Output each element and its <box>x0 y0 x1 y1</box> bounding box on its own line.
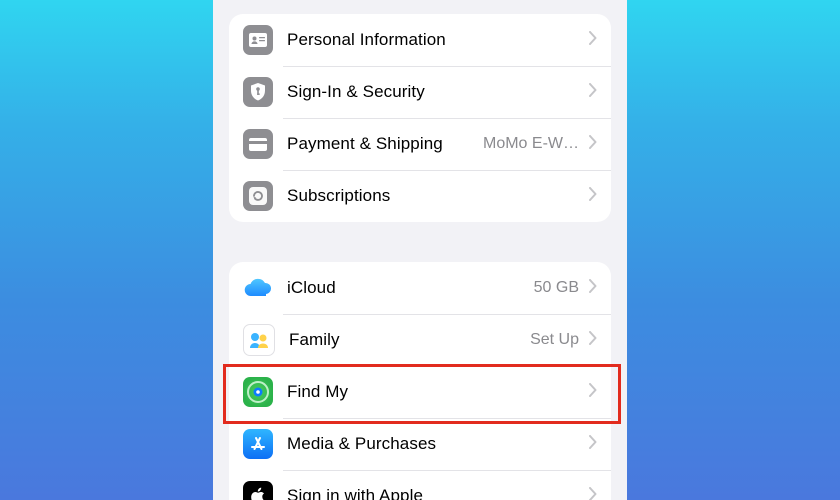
chevron-right-icon <box>589 383 597 402</box>
account-group: Personal Information Sign-In & Security … <box>229 14 611 222</box>
chevron-right-icon <box>589 435 597 454</box>
row-sign-in-with-apple[interactable]: Sign in with Apple <box>229 470 611 500</box>
credit-card-icon <box>243 129 273 159</box>
chevron-right-icon <box>589 487 597 500</box>
subscriptions-icon <box>243 181 273 211</box>
chevron-right-icon <box>589 31 597 50</box>
services-group: iCloud 50 GB Family Set Up Find My <box>229 262 611 500</box>
row-label: Sign-In & Security <box>287 82 579 102</box>
row-detail: 50 GB <box>534 279 579 297</box>
chevron-right-icon <box>589 331 597 350</box>
chevron-right-icon <box>589 187 597 206</box>
row-label: iCloud <box>287 278 526 298</box>
row-icloud[interactable]: iCloud 50 GB <box>229 262 611 314</box>
row-signin-security[interactable]: Sign-In & Security <box>229 66 611 118</box>
row-label: Payment & Shipping <box>287 134 475 154</box>
chevron-right-icon <box>589 279 597 298</box>
row-subscriptions[interactable]: Subscriptions <box>229 170 611 222</box>
row-label: Media & Purchases <box>287 434 579 454</box>
id-card-icon <box>243 25 273 55</box>
row-label: Family <box>289 330 522 350</box>
icloud-icon <box>243 273 273 303</box>
apple-logo-icon <box>243 481 273 500</box>
row-label: Find My <box>287 382 579 402</box>
settings-apple-id-screen: Personal Information Sign-In & Security … <box>213 0 627 500</box>
row-detail: MoMo E-W… <box>483 135 579 153</box>
row-label: Sign in with Apple <box>287 486 579 500</box>
row-media-purchases[interactable]: Media & Purchases <box>229 418 611 470</box>
row-detail: Set Up <box>530 331 579 349</box>
chevron-right-icon <box>589 83 597 102</box>
chevron-right-icon <box>589 135 597 154</box>
app-store-icon <box>243 429 273 459</box>
family-icon <box>243 324 275 356</box>
shield-key-icon <box>243 77 273 107</box>
row-family[interactable]: Family Set Up <box>229 314 611 366</box>
row-personal-information[interactable]: Personal Information <box>229 14 611 66</box>
row-find-my[interactable]: Find My <box>229 366 611 418</box>
row-payment-shipping[interactable]: Payment & Shipping MoMo E-W… <box>229 118 611 170</box>
find-my-icon <box>243 377 273 407</box>
row-label: Subscriptions <box>287 186 579 206</box>
row-label: Personal Information <box>287 30 579 50</box>
